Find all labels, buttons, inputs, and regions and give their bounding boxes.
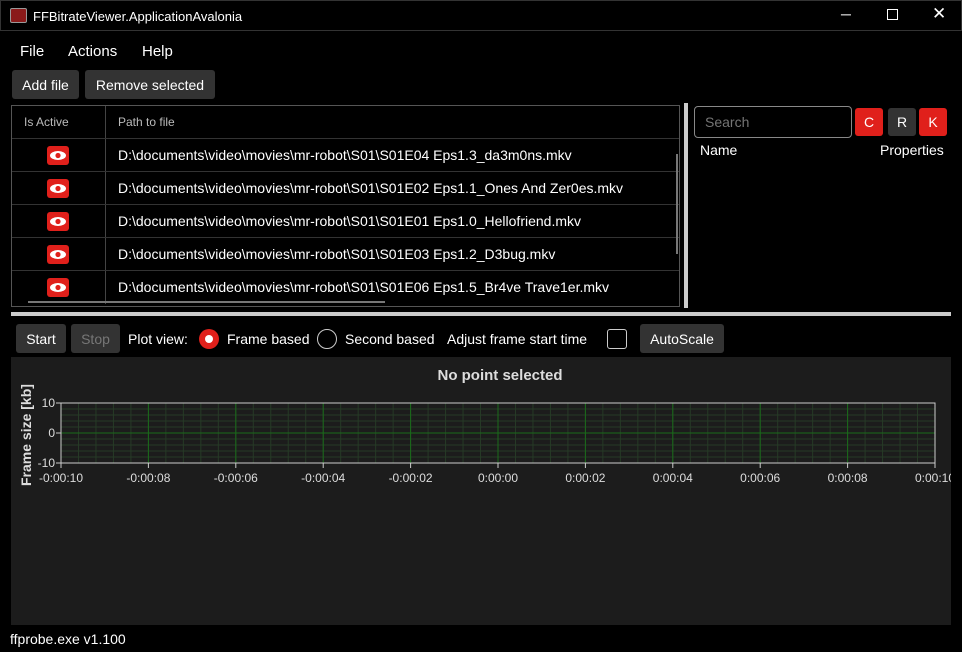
adjust-frame-start-label: Adjust frame start time (447, 331, 588, 347)
eye-icon[interactable] (47, 179, 69, 198)
vertical-scrollbar[interactable] (676, 154, 678, 254)
y-tick-label: 0 (48, 426, 55, 440)
eye-icon[interactable] (47, 278, 69, 297)
y-tick-label: 10 (42, 396, 56, 410)
frame-based-radio[interactable] (199, 329, 219, 349)
properties-header: Properties (880, 142, 944, 158)
x-tick-label: -0:00:02 (389, 471, 433, 485)
table-row[interactable]: D:\documents\video\movies\mr-robot\S01\S… (12, 204, 679, 237)
app-icon (10, 8, 27, 23)
x-tick-label: -0:00:04 (301, 471, 345, 485)
plot-area[interactable]: No point selected Frame size [kb] -0:00:… (11, 357, 951, 625)
remove-selected-button[interactable]: Remove selected (85, 70, 215, 99)
eye-icon[interactable] (47, 245, 69, 264)
menu-file[interactable]: File (20, 43, 44, 60)
r-button[interactable]: R (888, 108, 916, 136)
table-row[interactable]: D:\documents\video\movies\mr-robot\S01\S… (12, 138, 679, 171)
add-file-button[interactable]: Add file (12, 70, 79, 99)
x-tick-label: 0:00:08 (828, 471, 868, 485)
c-button[interactable]: C (855, 108, 883, 136)
x-tick-label: 0:00:04 (653, 471, 693, 485)
menu-actions[interactable]: Actions (68, 43, 117, 60)
file-path: D:\documents\video\movies\mr-robot\S01\S… (118, 213, 581, 229)
maximize-icon[interactable] (887, 9, 898, 20)
x-tick-label: -0:00:08 (126, 471, 170, 485)
table-row[interactable]: D:\documents\video\movies\mr-robot\S01\S… (12, 237, 679, 270)
search-input[interactable] (694, 106, 852, 138)
adjust-frame-start-checkbox[interactable] (607, 329, 627, 349)
column-path[interactable]: Path to file (118, 115, 175, 129)
table-row[interactable]: D:\documents\video\movies\mr-robot\S01\S… (12, 270, 679, 303)
file-table: Is Active Path to file D:\documents\vide… (11, 105, 680, 307)
file-path: D:\documents\video\movies\mr-robot\S01\S… (118, 246, 556, 262)
table-row[interactable]: D:\documents\video\movies\mr-robot\S01\S… (12, 171, 679, 204)
stop-button: Stop (71, 324, 120, 353)
title-bar: FFBitrateViewer.ApplicationAvalonia ─ ✕ (0, 0, 962, 31)
window-title: FFBitrateViewer.ApplicationAvalonia (33, 9, 243, 24)
x-tick-label: -0:00:10 (39, 471, 83, 485)
splitter-vertical[interactable] (684, 103, 688, 308)
x-tick-label: -0:00:06 (214, 471, 258, 485)
x-tick-label: 0:00:10 (915, 471, 951, 485)
k-button[interactable]: K (919, 108, 947, 136)
plot-view-label: Plot view: (128, 331, 188, 347)
second-based-label[interactable]: Second based (345, 331, 435, 347)
column-is-active[interactable]: Is Active (24, 115, 69, 129)
eye-icon[interactable] (47, 146, 69, 165)
x-tick-label: 0:00:00 (478, 471, 518, 485)
x-tick-label: 0:00:06 (740, 471, 780, 485)
second-based-radio[interactable] (317, 329, 337, 349)
status-text: ffprobe.exe v1.100 (10, 631, 126, 647)
y-tick-label: -10 (38, 456, 56, 470)
frame-based-label[interactable]: Frame based (227, 331, 309, 347)
chart-svg: -0:00:10 -0:00:08 -0:00:06 -0:00:04 -0:00:02… (38, 396, 951, 485)
file-path: D:\documents\video\movies\mr-robot\S01\S… (118, 147, 572, 163)
file-path: D:\documents\video\movies\mr-robot\S01\S… (118, 279, 610, 295)
name-header: Name (700, 142, 738, 158)
horizontal-scrollbar[interactable] (28, 301, 385, 303)
table-header: Is Active Path to file (12, 106, 679, 138)
x-tick-label: 0:00:02 (565, 471, 605, 485)
start-button[interactable]: Start (16, 324, 66, 353)
autoscale-button[interactable]: AutoScale (640, 324, 724, 353)
splitter-horizontal[interactable] (11, 312, 951, 316)
menu-help[interactable]: Help (142, 43, 173, 60)
eye-icon[interactable] (47, 212, 69, 231)
minimize-icon[interactable]: ─ (841, 6, 851, 22)
file-path: D:\documents\video\movies\mr-robot\S01\S… (118, 180, 624, 196)
close-icon[interactable]: ✕ (932, 4, 946, 24)
